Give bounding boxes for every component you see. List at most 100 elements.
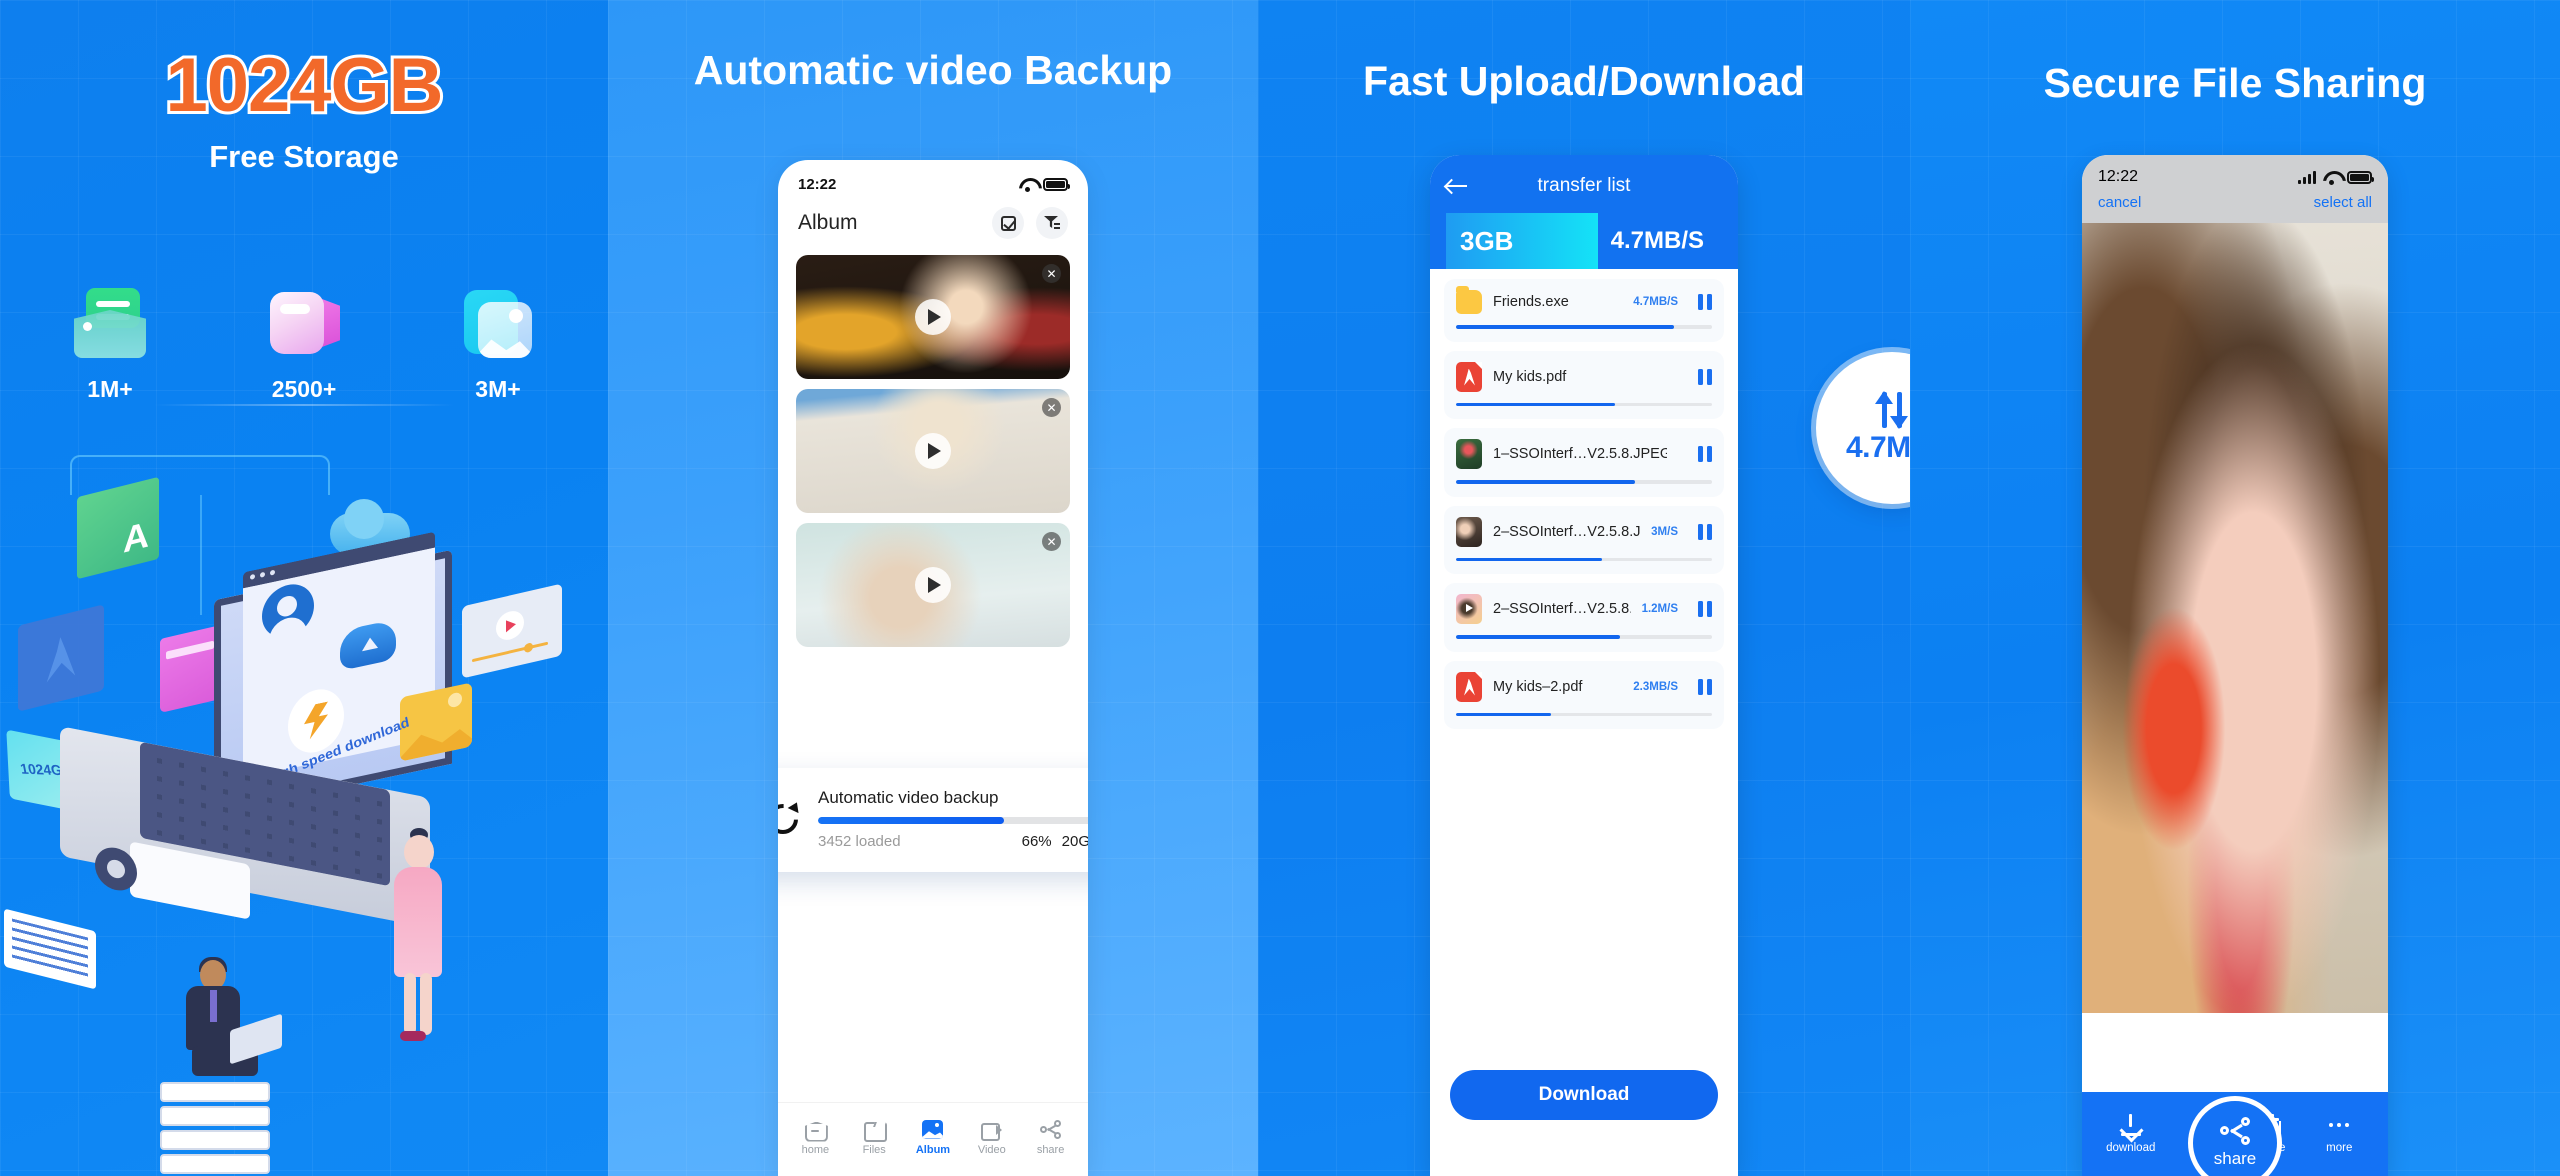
- close-icon[interactable]: ✕: [1042, 264, 1061, 283]
- panel-fast-transfer: Fast Upload/Download transfer list 3GB 4…: [1258, 0, 1910, 1176]
- total-size: 3GB: [1460, 225, 1514, 256]
- tab-home[interactable]: home: [787, 1120, 843, 1156]
- document-tile: [4, 908, 96, 990]
- checkbox-check-icon: [1000, 215, 1016, 231]
- album-icon: [922, 1119, 944, 1139]
- download-action[interactable]: download: [2102, 1114, 2160, 1154]
- signal-bars-icon: [2298, 170, 2316, 184]
- selected-photo[interactable]: [2082, 223, 2388, 1013]
- close-icon[interactable]: ✕: [1042, 532, 1061, 551]
- pdf-icon: [1456, 671, 1482, 702]
- page-title: transfer list: [1537, 175, 1631, 196]
- letter-tile-label: A: [123, 513, 149, 561]
- video-icon: [981, 1120, 1003, 1141]
- panel4-title: Secure File Sharing: [2043, 60, 2427, 106]
- file-name: 1–SSOInterf…V2.5.8.JPEG: [1493, 446, 1667, 462]
- hero-illustration: A 1024GB High speed download: [0, 0, 608, 1176]
- more-action[interactable]: more: [2310, 1114, 2368, 1154]
- transfer-progress-fill: [1456, 480, 1636, 484]
- tab-label: share: [1036, 1143, 1065, 1156]
- video-thumb-icon: [1456, 594, 1482, 624]
- panel-automatic-backup: Automatic video Backup 12:22 Album ✕ ✕ ✕…: [608, 0, 1258, 1176]
- photo-card[interactable]: ✕: [796, 523, 1070, 647]
- tab-label: Video: [977, 1143, 1006, 1156]
- folder-icon: [863, 1120, 887, 1142]
- pause-icon[interactable]: [1698, 368, 1712, 385]
- transfer-row[interactable]: My kids.pdf: [1444, 350, 1724, 419]
- filter-button[interactable]: [1036, 207, 1068, 239]
- video-player-tile: [462, 583, 562, 679]
- select-button[interactable]: [992, 207, 1024, 239]
- total-speed: 4.7MB/S: [1610, 227, 1704, 254]
- tab-album[interactable]: Album: [905, 1119, 961, 1156]
- transfer-row[interactable]: 2–SSOInterf…V2.5.8.JPEG 3M/S: [1444, 505, 1724, 574]
- status-bar: 12:22: [778, 160, 1088, 199]
- select-all-button[interactable]: select all: [2314, 194, 2372, 211]
- play-icon[interactable]: [915, 433, 951, 469]
- pause-icon[interactable]: [1698, 446, 1712, 462]
- transfer-rate: 1.2M/S: [1641, 603, 1678, 615]
- file-name: Friends.exe: [1493, 294, 1569, 310]
- folder-icon: [1456, 286, 1482, 314]
- share-icon: [2220, 1117, 2250, 1145]
- pause-icon[interactable]: [1698, 523, 1712, 540]
- download-button[interactable]: Download: [1450, 1070, 1718, 1120]
- transfer-row[interactable]: 1–SSOInterf…V2.5.8.JPEG: [1444, 428, 1724, 497]
- transfer-row[interactable]: Friends.exe 4.7MB/S: [1444, 279, 1724, 342]
- photo-thumb-icon: [1456, 516, 1482, 547]
- backup-size: 20GB: [1061, 833, 1088, 850]
- photo-card[interactable]: ✕: [796, 389, 1070, 513]
- transfer-row[interactable]: 2–SSOInterf…V2.5.8.MP4 1.2M/S: [1444, 583, 1724, 652]
- transfer-progress-fill: [1456, 635, 1620, 639]
- pause-icon[interactable]: [1698, 678, 1712, 695]
- album-photo-grid[interactable]: ✕ ✕ ✕: [778, 255, 1088, 647]
- transfer-rate: 2.3MB/S: [1633, 680, 1678, 693]
- play-icon[interactable]: [915, 299, 951, 335]
- phone-mockup-album: 12:22 Album ✕ ✕ ✕ Automatic video backup…: [778, 160, 1088, 1176]
- status-time: 12:22: [798, 176, 837, 193]
- person-sitting: [178, 957, 282, 1100]
- transfer-summary: 3GB 4.7MB/S: [1446, 213, 1722, 269]
- action-label: download: [2106, 1142, 2156, 1154]
- photo-thumb-icon: [1456, 439, 1482, 469]
- cancel-button[interactable]: cancel: [2098, 194, 2141, 211]
- photo-card[interactable]: ✕: [796, 255, 1070, 379]
- download-icon: [2120, 1114, 2142, 1136]
- transfer-header: transfer list 3GB 4.7MB/S: [1430, 155, 1738, 269]
- backup-progress-track: [818, 817, 1088, 824]
- status-bar: 12:22: [2082, 155, 2388, 190]
- speed-badge: 4.7M/S: [1816, 352, 1910, 504]
- transfer-progress-fill: [1456, 402, 1615, 406]
- tab-files[interactable]: Files: [846, 1120, 902, 1156]
- selection-top-bar: cancel select all: [2082, 190, 2388, 223]
- play-icon[interactable]: [915, 567, 951, 603]
- back-arrow-icon[interactable]: [1446, 177, 1468, 195]
- bottom-tab-bar: home Files Album Video share: [778, 1102, 1088, 1176]
- transfer-progress-fill: [1456, 712, 1551, 716]
- promo-banner: 1024GB Free Storage 1M+ 2500+ 3M+ A 1024…: [0, 0, 2560, 1176]
- pause-icon[interactable]: [1698, 294, 1712, 310]
- pdf-icon: [1456, 361, 1482, 392]
- transfer-row[interactable]: My kids–2.pdf 2.3MB/S: [1444, 660, 1724, 729]
- transfer-rate: 4.7MB/S: [1633, 296, 1678, 308]
- battery-icon: [2347, 170, 2374, 184]
- battery-icon: [1043, 178, 1070, 191]
- panel-free-storage: 1024GB Free Storage 1M+ 2500+ 3M+ A 1024…: [0, 0, 608, 1176]
- backup-progress-card: Automatic video backup 3452 loaded 66% 2…: [778, 768, 1088, 872]
- backup-loaded-count: 3452 loaded: [818, 833, 901, 850]
- phone-mockup-sharing: 12:22 cancel select all download more sh…: [2082, 155, 2388, 1176]
- refresh-icon: [778, 799, 803, 839]
- panel2-title: Automatic video Backup: [693, 47, 1173, 93]
- phone-mockup-transfer: transfer list 3GB 4.7MB/S Friends.exe 4.…: [1430, 155, 1738, 1176]
- close-icon[interactable]: ✕: [1042, 398, 1061, 417]
- action-label: more: [2326, 1142, 2353, 1154]
- pdf-file-tile: [18, 604, 104, 712]
- backup-progress-fill: [818, 817, 1005, 824]
- filter-icon: [1044, 216, 1060, 230]
- pause-icon[interactable]: [1698, 601, 1712, 617]
- tab-share[interactable]: share: [1023, 1119, 1079, 1156]
- transfer-list[interactable]: Friends.exe 4.7MB/S My kids.pdf 1–SSOInt…: [1430, 269, 1738, 729]
- file-name: My kids–2.pdf: [1493, 678, 1583, 695]
- transfer-progress-fill: [1456, 325, 1674, 329]
- tab-video[interactable]: Video: [964, 1120, 1020, 1156]
